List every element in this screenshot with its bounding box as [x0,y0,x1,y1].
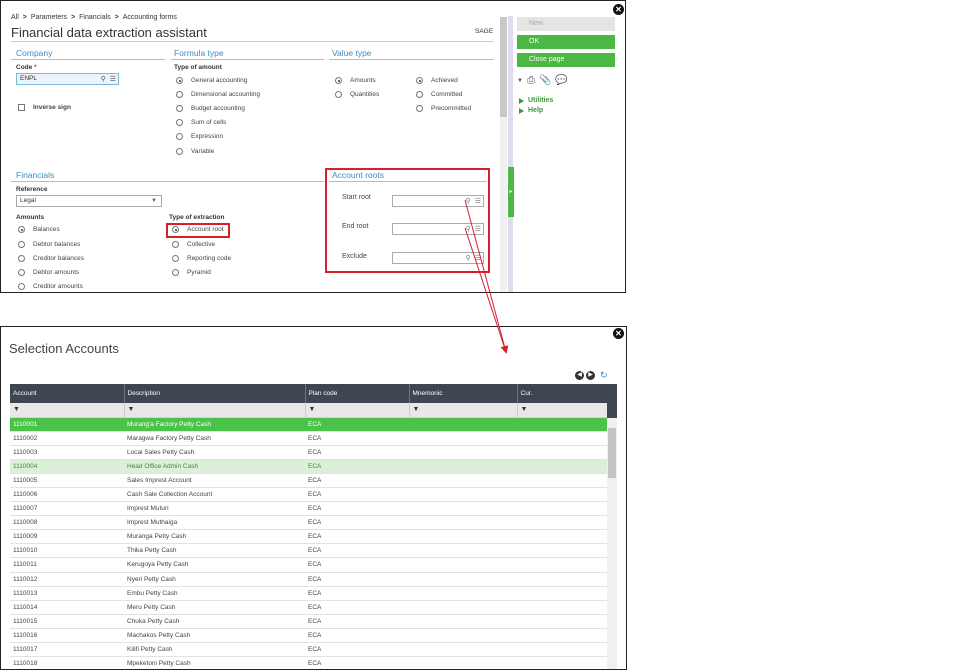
arrow-line-end [464,227,507,353]
connector-arrow [464,199,509,354]
arrow-line-start [464,199,509,354]
